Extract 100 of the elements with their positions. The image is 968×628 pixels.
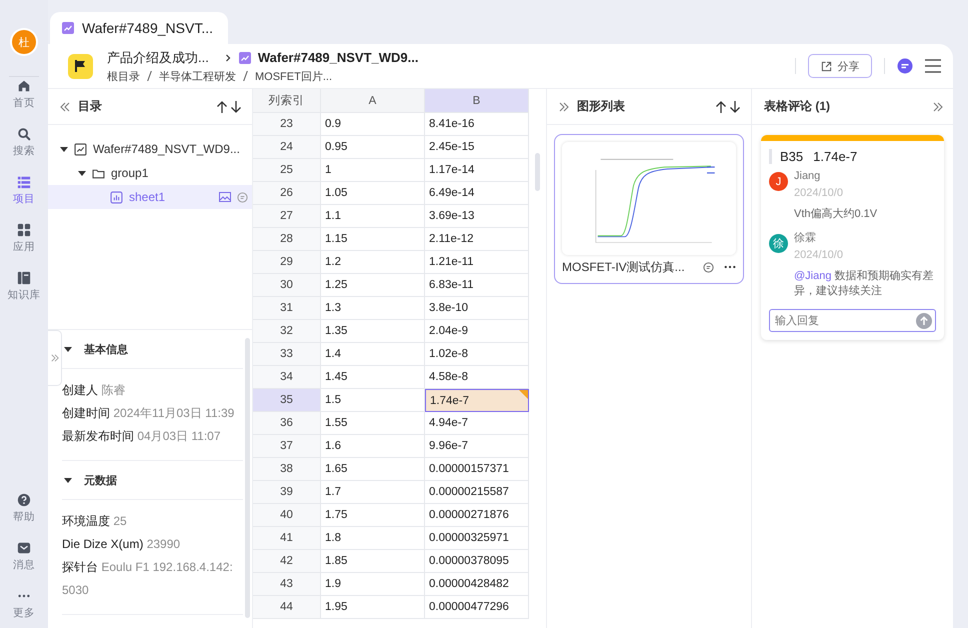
table-cell[interactable]: 1.25	[321, 274, 425, 297]
row-index[interactable]: 36	[253, 412, 321, 435]
row-index[interactable]: 43	[253, 573, 321, 596]
table-cell[interactable]: 0.9	[321, 113, 425, 136]
sort-icon[interactable]	[715, 100, 741, 114]
row-index[interactable]: 38	[253, 458, 321, 481]
table-cell[interactable]: 1.3	[321, 297, 425, 320]
menu-icon[interactable]	[925, 59, 941, 73]
column-header[interactable]: 列索引	[253, 89, 321, 113]
image-icon[interactable]	[219, 191, 231, 203]
table-cell[interactable]: 1	[321, 159, 425, 182]
chat-icon[interactable]	[897, 58, 913, 74]
row-index[interactable]: 44	[253, 596, 321, 619]
row-index[interactable]: 26	[253, 182, 321, 205]
table-cell[interactable]: 0.00000477296	[425, 596, 529, 619]
chart-card[interactable]: MOSFET-IV测试仿真...	[554, 134, 744, 284]
table-cell[interactable]: 0.00000325971	[425, 527, 529, 550]
row-index[interactable]: 24	[253, 136, 321, 159]
row-index[interactable]: 30	[253, 274, 321, 297]
row-index[interactable]: 27	[253, 205, 321, 228]
table-cell[interactable]: 1.85	[321, 550, 425, 573]
breadcrumb-link[interactable]: 半导体工程研发	[159, 68, 236, 84]
row-index[interactable]: 37	[253, 435, 321, 458]
section-header[interactable]: 基本信息	[62, 330, 243, 369]
table-cell[interactable]: 0.00000215587	[425, 481, 529, 504]
nav-item[interactable]: 项目	[13, 175, 35, 206]
collapse-left-icon[interactable]	[60, 102, 70, 112]
table-cell[interactable]: 1.02e-8	[425, 343, 529, 366]
table-cell[interactable]: 1.74e-7	[425, 389, 529, 412]
table-cell[interactable]: 2.11e-12	[425, 228, 529, 251]
table-cell[interactable]: 9.96e-7	[425, 435, 529, 458]
row-index[interactable]: 41	[253, 527, 321, 550]
table-cell[interactable]: 1.55	[321, 412, 425, 435]
table-cell[interactable]: 3.8e-10	[425, 297, 529, 320]
row-index[interactable]: 32	[253, 320, 321, 343]
table-cell[interactable]: 2.04e-9	[425, 320, 529, 343]
reply-field[interactable]: 输入回复	[769, 309, 936, 332]
comment-icon[interactable]	[237, 192, 248, 202]
table-cell[interactable]: 1.9	[321, 573, 425, 596]
more-icon[interactable]	[724, 265, 736, 269]
scrollbar[interactable]	[245, 338, 250, 618]
column-header[interactable]: A	[321, 89, 425, 113]
row-index[interactable]: 33	[253, 343, 321, 366]
table-cell[interactable]: 1.8	[321, 527, 425, 550]
row-index[interactable]: 29	[253, 251, 321, 274]
tree-item[interactable]: Wafer#7489_NSVT_WD9...	[48, 137, 252, 161]
table-cell[interactable]: 1.15	[321, 228, 425, 251]
table-cell[interactable]: 1.95	[321, 596, 425, 619]
send-icon[interactable]	[916, 312, 932, 328]
row-index[interactable]: 34	[253, 366, 321, 389]
tree-item[interactable]: sheet1	[48, 185, 252, 209]
expand-right-icon[interactable]	[559, 102, 569, 112]
document-tab[interactable]: Wafer#7489_NSVT...	[50, 12, 228, 44]
comment-icon[interactable]	[703, 262, 714, 272]
table-cell[interactable]: 1.4	[321, 343, 425, 366]
table-cell[interactable]: 0.00000378095	[425, 550, 529, 573]
table-cell[interactable]: 1.21e-11	[425, 251, 529, 274]
breadcrumb-link[interactable]: MOSFET回片...	[255, 68, 332, 84]
table-cell[interactable]: 4.94e-7	[425, 412, 529, 435]
column-header[interactable]: B	[425, 89, 529, 113]
table-cell[interactable]: 1.7	[321, 481, 425, 504]
table-cell[interactable]: 2.45e-15	[425, 136, 529, 159]
section-header[interactable]: 元数据	[62, 461, 243, 500]
legend-marks	[706, 166, 716, 173]
table-cell[interactable]: 1.2	[321, 251, 425, 274]
table-cell[interactable]: 1.05	[321, 182, 425, 205]
table-cell[interactable]: 1.75	[321, 504, 425, 527]
share-button[interactable]: 分享	[808, 54, 872, 78]
table-cell[interactable]: 0.00000271876	[425, 504, 529, 527]
row-index[interactable]: 40	[253, 504, 321, 527]
table-cell[interactable]: 1.35	[321, 320, 425, 343]
table-cell[interactable]: 8.41e-16	[425, 113, 529, 136]
expand-right-icon[interactable]	[933, 102, 943, 112]
table-cell[interactable]: 1.17e-14	[425, 159, 529, 182]
table-cell[interactable]: 6.83e-11	[425, 274, 529, 297]
table-cell[interactable]: 1.1	[321, 205, 425, 228]
breadcrumb-link[interactable]: 根目录	[107, 68, 140, 84]
row-index[interactable]: 31	[253, 297, 321, 320]
row-index[interactable]: 28	[253, 228, 321, 251]
tree-item[interactable]: group1	[48, 161, 252, 185]
table-cell[interactable]: 1.45	[321, 366, 425, 389]
table-cell[interactable]: 3.69e-13	[425, 205, 529, 228]
row-index[interactable]: 23	[253, 113, 321, 136]
table-cell[interactable]: 1.65	[321, 458, 425, 481]
home-icon	[17, 79, 31, 93]
row-index[interactable]: 35	[253, 389, 321, 412]
caret-down-icon[interactable]	[78, 169, 86, 177]
table-cell[interactable]: 0.95	[321, 136, 425, 159]
table-cell[interactable]: 0.00000428482	[425, 573, 529, 596]
resize-handle[interactable]	[535, 153, 540, 191]
table-cell[interactable]: 0.00000157371	[425, 458, 529, 481]
table-cell[interactable]: 1.6	[321, 435, 425, 458]
table-cell[interactable]: 6.49e-14	[425, 182, 529, 205]
caret-down-icon[interactable]	[60, 145, 68, 153]
row-index[interactable]: 42	[253, 550, 321, 573]
row-index[interactable]: 39	[253, 481, 321, 504]
project-title[interactable]: 产品介绍及成功...	[107, 48, 209, 66]
mention-link[interactable]: @Jiang	[794, 270, 832, 282]
sort-icon[interactable]	[216, 100, 242, 114]
row-index[interactable]: 25	[253, 159, 321, 182]
